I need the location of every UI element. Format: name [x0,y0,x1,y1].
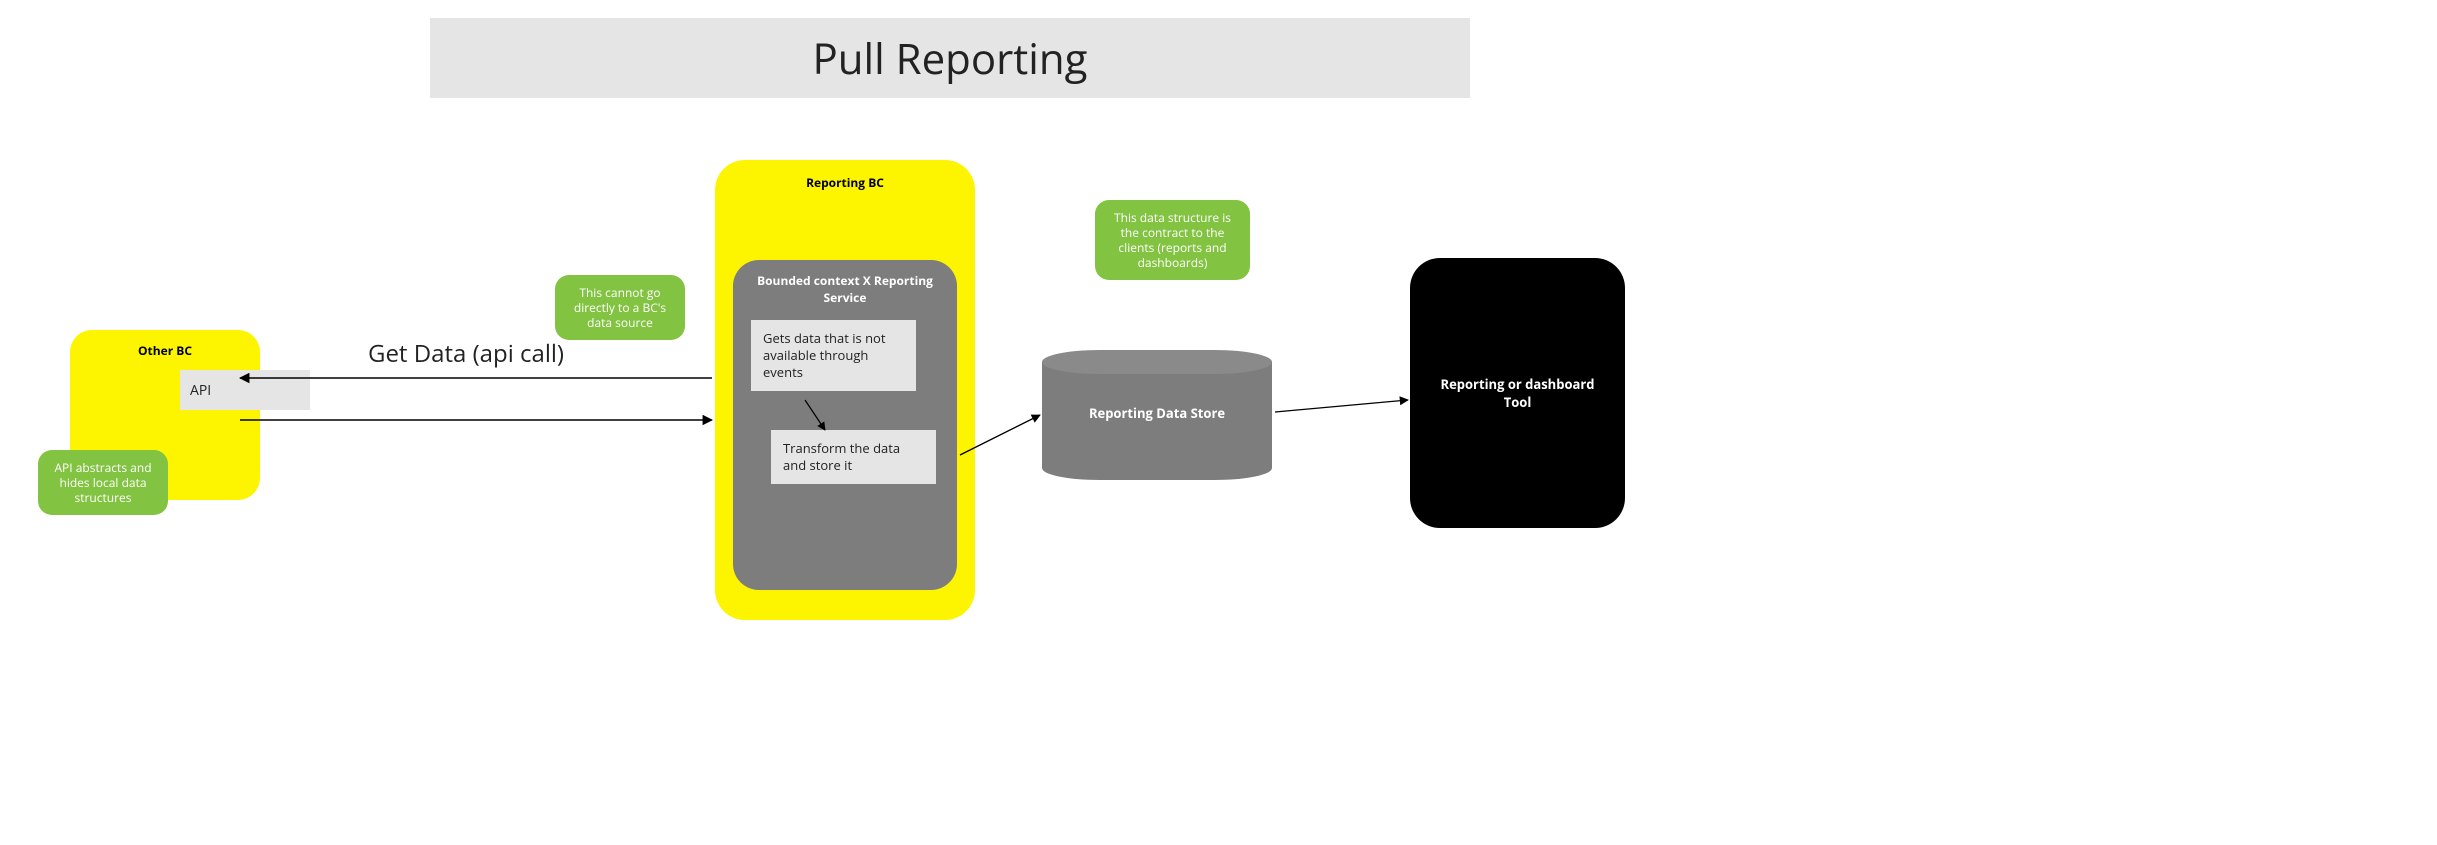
arrow-to-reporting-tool [1275,400,1408,412]
data-store-label: Reporting Data Store [1042,404,1272,422]
get-data-call-label: Get Data (api call) [368,337,564,370]
note-cannot-go-direct: This cannot go directly to a BC's data s… [555,275,685,340]
reporting-data-store: Reporting Data Store [1042,350,1272,480]
title-banner: Pull Reporting [430,18,1470,98]
reporting-bc-box: Reporting BC Bounded context X Reporting… [715,160,975,620]
reporting-service-label: Bounded context X Reporting Service [747,272,943,306]
reporting-tool-label: Reporting or dashboard Tool [1430,375,1605,411]
step-transform: Transform the data and store it [771,430,936,484]
other-bc-label: Other BC [84,342,246,359]
note-data-contract: This data structure is the contract to t… [1095,200,1250,280]
reporting-bc-label: Reporting BC [733,174,957,191]
reporting-tool-box: Reporting or dashboard Tool [1410,258,1625,528]
diagram-title: Pull Reporting [813,30,1088,87]
api-box: API [180,370,310,410]
note-api-abstracts: API abstracts and hides local data struc… [38,450,168,515]
reporting-service-box: Bounded context X Reporting Service Gets… [733,260,957,590]
step-gets-data: Gets data that is not available through … [751,320,916,391]
